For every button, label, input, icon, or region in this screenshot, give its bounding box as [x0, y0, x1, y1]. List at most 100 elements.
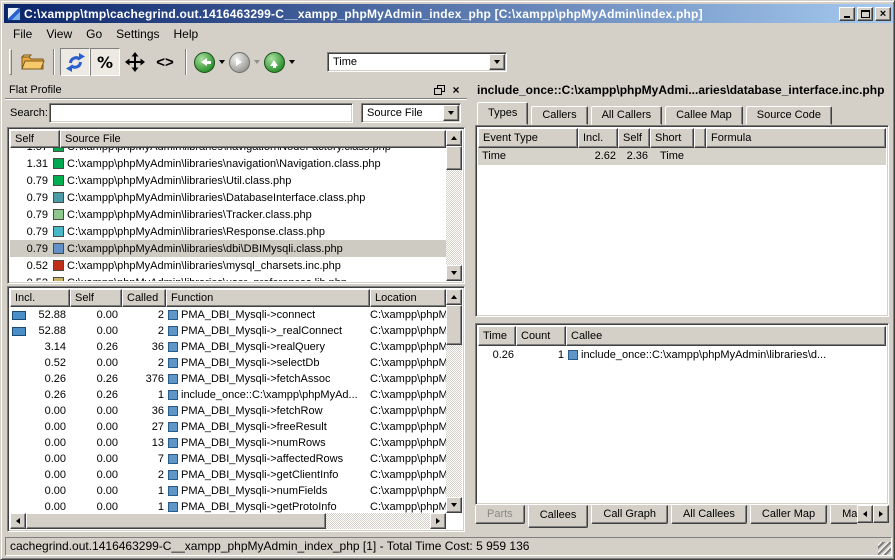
event-row[interactable]: Time2.622.36Time: [478, 148, 886, 165]
function-row[interactable]: 0.000.0013PMA_DBI_Mysqli->numRowsC:\xamp…: [10, 435, 446, 451]
forward-button[interactable]: [227, 48, 251, 76]
forward-dropdown[interactable]: [251, 52, 262, 73]
back-dropdown[interactable]: [216, 52, 227, 73]
self-value: 0.00: [70, 485, 122, 497]
vertical-splitter[interactable]: [467, 81, 471, 532]
minimize-button[interactable]: [839, 7, 855, 21]
bottom-tab-callees[interactable]: Callees: [528, 505, 589, 528]
header-function[interactable]: Function: [166, 289, 370, 307]
header-location[interactable]: Location: [370, 289, 446, 307]
function-row[interactable]: 0.520.002PMA_DBI_Mysqli->selectDbC:\xamp…: [10, 355, 446, 371]
incl-value: 0.00: [45, 485, 66, 497]
file-list-body: 1.57C:\xampp\phpMyAdmin\libraries\naviga…: [10, 148, 446, 281]
file-row[interactable]: 0.79C:\xampp\phpMyAdmin\libraries\dbi\DB…: [10, 240, 446, 257]
back-button[interactable]: [192, 48, 216, 76]
tab-all-callers[interactable]: All Callers: [591, 106, 663, 125]
bottom-tab-caller-map[interactable]: Caller Map: [750, 505, 827, 524]
function-row[interactable]: 0.000.0036PMA_DBI_Mysqli->fetchRowC:\xam…: [10, 403, 446, 419]
percent-button[interactable]: %: [90, 48, 120, 76]
up-dropdown[interactable]: [286, 52, 297, 73]
header-count[interactable]: Count: [516, 326, 566, 346]
bottom-tab-call-graph[interactable]: Call Graph: [591, 505, 668, 524]
file-row[interactable]: 0.79C:\xampp\phpMyAdmin\libraries\Respon…: [10, 223, 446, 240]
self-value: 0.00: [70, 309, 122, 321]
close-button[interactable]: ×: [875, 7, 891, 21]
scrollbar-thumb[interactable]: [446, 146, 462, 170]
file-row[interactable]: 0.79C:\xampp\phpMyAdmin\libraries\Util.c…: [10, 172, 446, 189]
event-type-select[interactable]: Time: [327, 52, 507, 72]
tab-source-code[interactable]: Source Code: [746, 106, 832, 125]
header-event-type[interactable]: Event Type: [478, 128, 578, 148]
header-incl[interactable]: Incl.: [10, 289, 70, 307]
scroll-up-button[interactable]: [446, 130, 462, 146]
location-value: C:\xampp\phpMy...: [370, 325, 446, 337]
tab-callers[interactable]: Callers: [531, 106, 587, 125]
file-row[interactable]: 0.52C:\xampp\phpMyAdmin\libraries\user_p…: [10, 274, 446, 281]
bottom-tab-machine[interactable]: Machine: [830, 505, 857, 524]
tab-scroll-right-button[interactable]: [873, 505, 889, 523]
file-row[interactable]: 1.31C:\xampp\phpMyAdmin\libraries\naviga…: [10, 155, 446, 172]
search-input[interactable]: [49, 103, 353, 123]
menu-item-go[interactable]: Go: [79, 25, 109, 43]
function-row[interactable]: 52.880.002PMA_DBI_Mysqli->connectC:\xamp…: [10, 307, 446, 323]
tab-types[interactable]: Types: [477, 102, 528, 125]
resize-grip[interactable]: [878, 542, 891, 555]
scroll-up-button[interactable]: [446, 289, 462, 305]
function-row[interactable]: 0.000.007PMA_DBI_Mysqli->affectedRowsC:\…: [10, 451, 446, 467]
file-row[interactable]: 0.52C:\xampp\phpMyAdmin\libraries\mysql_…: [10, 257, 446, 274]
menu-item-view[interactable]: View: [39, 25, 79, 43]
open-file-button[interactable]: [18, 48, 48, 76]
header-spacer[interactable]: [694, 128, 706, 148]
function-cell: PMA_DBI_Mysqli->getProtoInfo: [166, 501, 370, 513]
header-callee[interactable]: Callee: [566, 326, 886, 346]
close-panel-button[interactable]: ×: [449, 83, 463, 96]
bottom-tab-parts: Parts: [475, 505, 525, 524]
toolbar-handle[interactable]: [9, 49, 12, 75]
tab-callee-map[interactable]: Callee Map: [665, 106, 743, 125]
header-self[interactable]: Self: [618, 128, 650, 148]
function-row[interactable]: 0.000.001PMA_DBI_Mysqli->numFieldsC:\xam…: [10, 483, 446, 499]
refresh-button[interactable]: [60, 48, 90, 76]
incl-value: 0.26: [45, 373, 66, 385]
header-called[interactable]: Called: [122, 289, 166, 307]
header-source-file[interactable]: Source File: [60, 130, 446, 148]
header-self[interactable]: Self: [70, 289, 122, 307]
float-panel-button[interactable]: [432, 83, 446, 96]
header-self[interactable]: Self: [10, 130, 60, 148]
function-row[interactable]: 52.880.002PMA_DBI_Mysqli->_realConnectC:…: [10, 323, 446, 339]
menu-item-help[interactable]: Help: [167, 25, 206, 43]
bottom-tab-all-callees[interactable]: All Callees: [671, 505, 747, 524]
file-row[interactable]: 1.57C:\xampp\phpMyAdmin\libraries\naviga…: [10, 148, 446, 155]
function-row[interactable]: 3.140.2636PMA_DBI_Mysqli->realQueryC:\xa…: [10, 339, 446, 355]
groupby-select[interactable]: Source File: [361, 103, 461, 123]
up-button[interactable]: [262, 48, 286, 76]
scroll-left-button[interactable]: [10, 513, 26, 529]
callee-count-value: 1: [516, 349, 566, 361]
callee-time-value: 0.26: [478, 349, 516, 361]
combo-dropdown-button[interactable]: [443, 105, 459, 121]
file-row[interactable]: 0.79C:\xampp\phpMyAdmin\libraries\Databa…: [10, 189, 446, 206]
header-time[interactable]: Time: [478, 326, 516, 346]
function-row[interactable]: 0.260.26376PMA_DBI_Mysqli->fetchAssocC:\…: [10, 371, 446, 387]
function-row[interactable]: 0.000.0027PMA_DBI_Mysqli->freeResultC:\x…: [10, 419, 446, 435]
scrollbar-thumb[interactable]: [26, 513, 326, 529]
scroll-down-button[interactable]: [446, 265, 462, 281]
callee-row[interactable]: 0.261include_once::C:\xampp\phpMyAdmin\l…: [478, 346, 886, 363]
move-button[interactable]: [120, 48, 150, 76]
tab-scroll-left-button[interactable]: [857, 505, 873, 523]
scroll-right-button[interactable]: [430, 513, 446, 529]
header-incl[interactable]: Incl.: [578, 128, 618, 148]
header-short[interactable]: Short: [650, 128, 694, 148]
menu-item-settings[interactable]: Settings: [109, 25, 166, 43]
function-row[interactable]: 0.260.261include_once::C:\xampp\phpMyAd.…: [10, 387, 446, 403]
menu-item-file[interactable]: File: [6, 25, 39, 43]
combo-dropdown-button[interactable]: [489, 54, 505, 70]
file-row[interactable]: 0.79C:\xampp\phpMyAdmin\libraries\Tracke…: [10, 206, 446, 223]
title-bar[interactable]: C:\xampp\tmp\cachegrind.out.1416463299-C…: [4, 4, 893, 23]
scroll-down-button[interactable]: [446, 497, 462, 513]
function-row[interactable]: 0.000.002PMA_DBI_Mysqli->getClientInfoC:…: [10, 467, 446, 483]
maximize-button[interactable]: [857, 7, 873, 21]
header-formula[interactable]: Formula: [706, 128, 886, 148]
scrollbar-thumb[interactable]: [446, 305, 462, 345]
expand-width-button[interactable]: <>: [150, 48, 180, 76]
